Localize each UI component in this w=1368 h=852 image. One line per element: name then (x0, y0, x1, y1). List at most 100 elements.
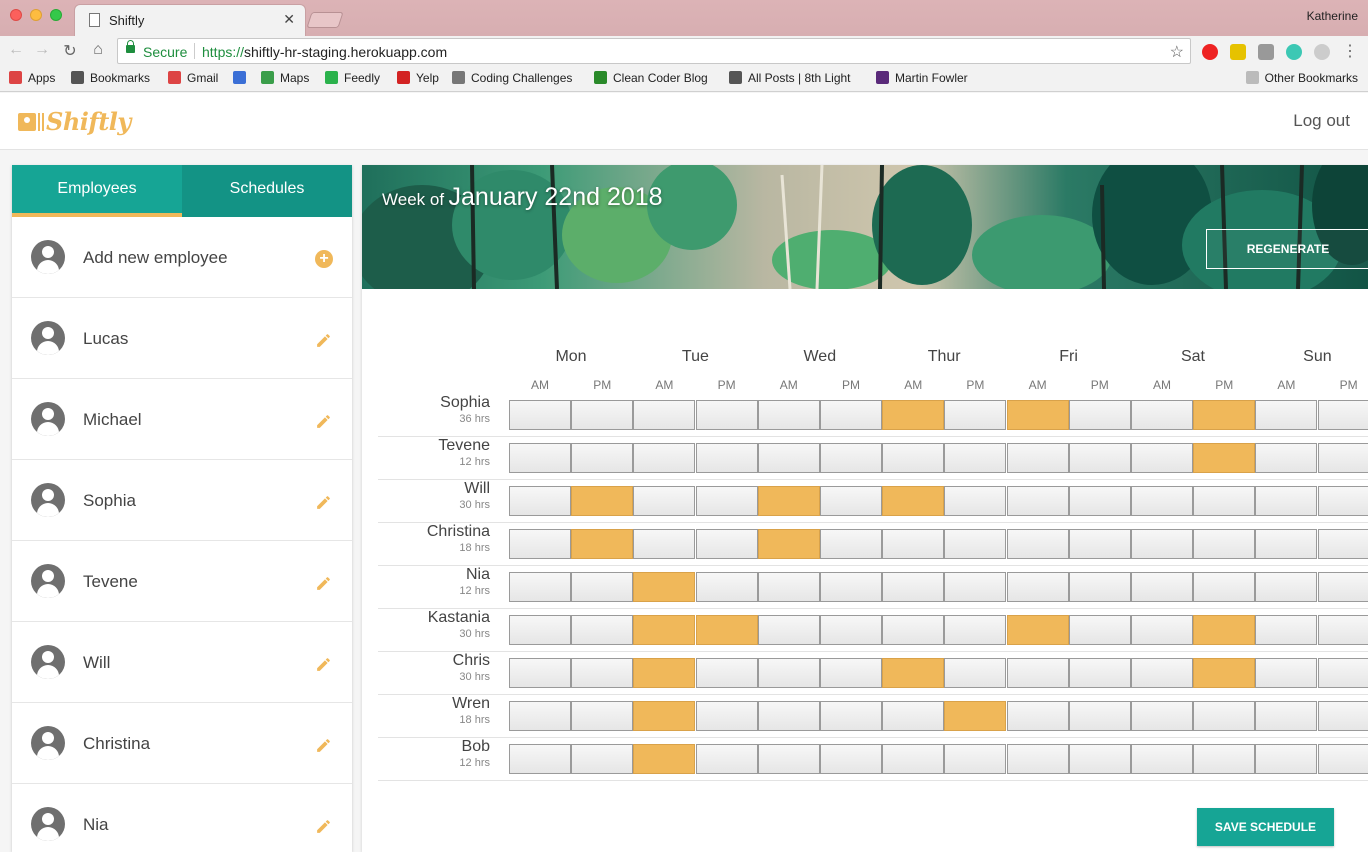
bookmark-item[interactable]: Clean Coder Blog (594, 71, 708, 85)
shift-cell[interactable] (571, 400, 634, 430)
shift-cell[interactable] (757, 572, 820, 602)
shift-cell[interactable] (882, 701, 945, 731)
bookmark-item[interactable]: Apps (9, 71, 55, 85)
shift-cell[interactable] (882, 443, 945, 473)
shift-cell[interactable] (1068, 701, 1131, 731)
shift-cell[interactable] (1006, 572, 1069, 602)
shift-cell[interactable] (1068, 572, 1131, 602)
shift-cell[interactable] (1255, 486, 1318, 516)
shift-cell[interactable] (509, 658, 571, 688)
shift-cell[interactable] (695, 572, 758, 602)
shift-cell[interactable] (1006, 658, 1069, 688)
shift-cell[interactable] (695, 486, 758, 516)
address-bar[interactable]: Secure https://shiftly-hr-staging.heroku… (117, 38, 1191, 64)
maximize-window-button[interactable] (50, 9, 62, 21)
shift-cell[interactable] (1068, 486, 1131, 516)
employee-row[interactable]: Tevene (12, 541, 352, 622)
shift-cell[interactable] (1131, 443, 1193, 473)
bookmark-item[interactable]: Coding Challenges (452, 71, 572, 85)
reload-icon[interactable]: ↻ (60, 41, 80, 61)
employee-row[interactable]: Christina (12, 703, 352, 784)
home-icon[interactable]: ⌂ (88, 41, 108, 59)
shift-cell[interactable] (882, 615, 945, 645)
shift-cell-assigned[interactable] (1193, 400, 1256, 430)
shift-cell[interactable] (1131, 701, 1193, 731)
other-bookmarks[interactable]: Other Bookmarks (1245, 71, 1358, 85)
shift-cell[interactable] (695, 658, 758, 688)
shift-cell[interactable] (1255, 744, 1318, 774)
shift-cell[interactable] (1006, 529, 1069, 559)
shift-cell-assigned[interactable] (1193, 615, 1256, 645)
shift-cell[interactable] (1131, 744, 1193, 774)
shift-cell[interactable] (1068, 443, 1131, 473)
shift-cell[interactable] (1131, 615, 1193, 645)
shift-cell[interactable] (757, 744, 820, 774)
shift-cell-assigned[interactable] (757, 486, 820, 516)
shift-cell[interactable] (1193, 744, 1256, 774)
edit-pencil-icon[interactable] (315, 332, 332, 349)
shift-cell[interactable] (633, 486, 696, 516)
shift-cell[interactable] (820, 615, 882, 645)
tab-employees[interactable]: Employees (12, 165, 182, 217)
shift-cell[interactable] (944, 400, 1007, 430)
shift-cell[interactable] (1193, 529, 1256, 559)
shift-cell[interactable] (757, 658, 820, 688)
shift-cell[interactable] (509, 615, 571, 645)
shift-cell[interactable] (757, 400, 820, 430)
extension-icon[interactable] (1258, 44, 1274, 60)
shift-cell[interactable] (1317, 701, 1368, 731)
shift-cell[interactable] (1068, 658, 1131, 688)
shift-cell[interactable] (571, 658, 634, 688)
shift-cell[interactable] (944, 443, 1007, 473)
shift-cell[interactable] (820, 443, 882, 473)
edit-pencil-icon[interactable] (315, 575, 332, 592)
shift-cell[interactable] (1317, 486, 1368, 516)
shift-cell[interactable] (1131, 529, 1193, 559)
shift-cell[interactable] (1317, 658, 1368, 688)
menu-dots-icon[interactable]: ⋮ (1340, 41, 1360, 61)
tab-schedules[interactable]: Schedules (182, 165, 352, 217)
add-employee-row[interactable]: Add new employee + (12, 217, 352, 298)
shift-cell[interactable] (1068, 615, 1131, 645)
shift-cell-assigned[interactable] (571, 529, 634, 559)
shift-cell[interactable] (1006, 701, 1069, 731)
shift-cell[interactable] (509, 529, 571, 559)
tab-close-icon[interactable]: ✕ (283, 11, 295, 28)
shift-cell[interactable] (509, 744, 571, 774)
bookmark-item[interactable]: Martin Fowler (876, 71, 968, 85)
edit-pencil-icon[interactable] (315, 413, 332, 430)
shift-cell[interactable] (1317, 443, 1368, 473)
add-circle-icon[interactable]: + (315, 250, 333, 268)
shiftly-logo[interactable]: Shiftly (18, 107, 131, 136)
shift-cell-assigned[interactable] (944, 701, 1007, 731)
shift-cell[interactable] (757, 443, 820, 473)
shift-cell[interactable] (509, 443, 571, 473)
shift-cell[interactable] (695, 529, 758, 559)
shift-cell[interactable] (1068, 529, 1131, 559)
minimize-window-button[interactable] (30, 9, 42, 21)
shift-cell-assigned[interactable] (695, 615, 758, 645)
shift-cell-assigned[interactable] (571, 486, 634, 516)
shift-cell[interactable] (1131, 658, 1193, 688)
extension-badge-icon[interactable] (1230, 44, 1246, 60)
shift-cell[interactable] (820, 658, 882, 688)
shift-cell[interactable] (695, 400, 758, 430)
forward-arrow-icon[interactable]: → (32, 41, 52, 59)
url-text[interactable]: https://shiftly-hr-staging.herokuapp.com (202, 44, 447, 60)
shift-cell[interactable] (1193, 486, 1256, 516)
bookmark-item[interactable] (233, 71, 252, 85)
shift-cell-assigned[interactable] (633, 572, 696, 602)
shift-cell-assigned[interactable] (1006, 615, 1069, 645)
edit-pencil-icon[interactable] (315, 494, 332, 511)
shift-cell[interactable] (1255, 701, 1318, 731)
shift-cell[interactable] (1006, 744, 1069, 774)
shift-cell[interactable] (1255, 615, 1318, 645)
shift-cell-assigned[interactable] (1006, 400, 1069, 430)
shift-cell-assigned[interactable] (882, 400, 945, 430)
shift-cell[interactable] (944, 744, 1007, 774)
employee-row[interactable]: Sophia (12, 460, 352, 541)
shift-cell[interactable] (944, 486, 1007, 516)
opera-extension-icon[interactable] (1202, 44, 1218, 60)
shift-cell[interactable] (571, 572, 634, 602)
shift-cell[interactable] (820, 529, 882, 559)
